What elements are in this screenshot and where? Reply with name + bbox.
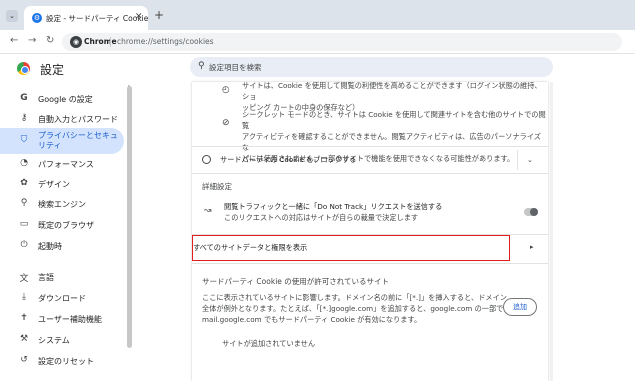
chrome-label: Chrome [84,37,117,46]
translate-icon: 文 [19,274,29,284]
sidebar-item-label: ダウンロード [38,294,86,303]
settings-header: 設定 ⚲ 設定項目を検索 [0,55,635,81]
address-url[interactable]: chrome://settings/cookies [117,37,214,46]
sidebar-item-performance[interactable]: ◔ パフォーマンス [0,154,124,174]
cookie-settings-card: ◴ サイトは、Cookie を使用して閲覧の利便性を高めることができます（ログイ… [192,82,548,381]
palette-icon: ✿ [20,178,28,188]
sidebar-item-label: Google の設定 [38,95,93,104]
settings-favicon-icon: ⚙ [32,13,42,23]
sidebar-item-autofill[interactable]: ⚷ 自動入力とパスワード [0,109,124,129]
sidebar-item-label: 検索エンジン [38,200,86,209]
magnifier-icon: ⚲ [20,198,28,208]
sidebar-item-label: システム [38,336,70,345]
sidebar-item-label: プライバシーとセキュリティ [38,131,118,150]
sidebar-item-privacy[interactable]: ⛉ プライバシーとセキュリティ [0,128,124,154]
sidebar-scrollbar[interactable] [127,86,132,348]
do-not-track-text: 閲覧トラフィックと一緒に「Do Not Track」リクエストを送信する このリ… [224,202,443,222]
download-icon: ⤓ [22,292,26,302]
wrench-icon: ⚒ [19,334,29,344]
address-bar[interactable]: ◉ Chrome chrome://settings/cookies [62,33,622,51]
sidebar-item-on-startup[interactable]: ⏻ 起動時 [0,236,124,256]
sidebar-item-downloads[interactable]: ⤓ ダウンロード [0,288,124,308]
do-not-track-toggle-knob [530,208,538,216]
sidebar-item-system[interactable]: ⚒ システム [0,330,124,350]
search-placeholder: 設定項目を検索 [209,63,262,72]
tab-search-chevron-icon[interactable]: ⌄ [6,10,18,22]
browser-toolbar: ← → ↻ ◉ Chrome chrome://settings/cookies [0,30,635,54]
chrome-logo-icon: ◉ [70,36,82,48]
settings-sidebar: G Google の設定 ⚷ 自動入力とパスワード ⛉ プライバシーとセキュリテ… [0,82,131,381]
back-arrow-icon[interactable]: ← [10,35,18,46]
empty-list-text: サイトが追加されていません [222,339,316,348]
divider [192,263,548,264]
forward-arrow-icon[interactable]: → [28,35,36,46]
sidebar-item-default-browser[interactable]: ▭ 既定のブラウザ [0,215,124,235]
sidebar-item-label: ユーザー補助機能 [38,315,102,324]
sidebar-item-label: デザイン [38,180,70,189]
sidebar-item-label: 既定のブラウザ [38,221,94,230]
search-icon: ⚲ [198,61,205,71]
sidebar-item-languages[interactable]: 文 言語 [0,267,124,287]
speedometer-icon: ◔ [20,158,28,168]
sidebar-item-accessibility[interactable]: ✝ ユーザー補助機能 [0,309,124,329]
allowed-sites-title: サードパーティ Cookie の使用が許可されているサイト [202,277,390,286]
divider [192,146,548,147]
block-third-party-label: サードパーティの Cookie をブロックする [220,155,357,164]
tab-settings-cookies[interactable]: ⚙ 設定 - サードパーティ Cookie ✕ [24,6,148,30]
divider [192,173,548,174]
all-site-data-label: すべてのサイトデータと権限を表示 [193,243,308,252]
accessibility-icon: ✝ [20,313,28,323]
reload-icon[interactable]: ↻ [46,35,54,46]
key-icon: ⚷ [20,113,28,123]
browser-window-icon: ▭ [19,219,29,229]
block-third-party-radio[interactable] [202,155,211,164]
vertical-separator [517,150,518,170]
power-icon: ⏻ [20,240,28,250]
close-tab-icon[interactable]: ✕ [135,12,143,22]
chrome-settings-logo-icon [17,62,30,75]
chevron-down-icon[interactable]: ⌄ [527,156,533,164]
shield-icon: ⛉ [20,135,28,145]
address-separator [110,37,111,47]
advanced-section-title: 詳細設定 [202,182,232,191]
sidebar-item-google[interactable]: G Google の設定 [0,89,124,109]
settings-search-input[interactable]: ⚲ 設定項目を検索 [190,57,553,77]
sidebar-item-label: 自動入力とパスワード [38,115,118,124]
google-g-icon: G [20,93,28,103]
page-title: 設定 [40,63,65,77]
sidebar-item-search-engine[interactable]: ⚲ 検索エンジン [0,194,124,214]
reset-icon: ↺ [20,355,28,365]
browser-tab-strip: ⌄ ⚙ 設定 - サードパーティ Cookie ✕ + [0,0,635,30]
tab-title: 設定 - サードパーティ Cookie [46,14,149,23]
sidebar-item-label: 起動時 [38,242,62,251]
dnt-arrow-icon: ↝ [204,206,212,216]
all-site-data-row[interactable]: すべてのサイトデータと権限を表示 [192,235,510,261]
cookie-info-icon: ◴ [222,85,230,95]
sidebar-item-reset[interactable]: ↺ 設定のリセット [0,351,124,371]
sidebar-item-appearance[interactable]: ✿ デザイン [0,174,124,194]
block-icon: ⊘ [222,118,230,128]
new-tab-button[interactable]: + [154,8,164,22]
chevron-right-icon[interactable]: ▸ [530,243,534,251]
allowed-sites-description: ここに表示されているサイトに影響します。ドメイン名の前に「[*.]」を挿入すると… [202,293,518,324]
sidebar-item-label: パフォーマンス [38,160,94,169]
add-site-button[interactable]: 追加 [503,298,537,316]
main-scrollbar[interactable] [550,82,553,381]
sidebar-item-label: 設定のリセット [38,357,94,366]
sidebar-item-label: 言語 [38,273,54,282]
